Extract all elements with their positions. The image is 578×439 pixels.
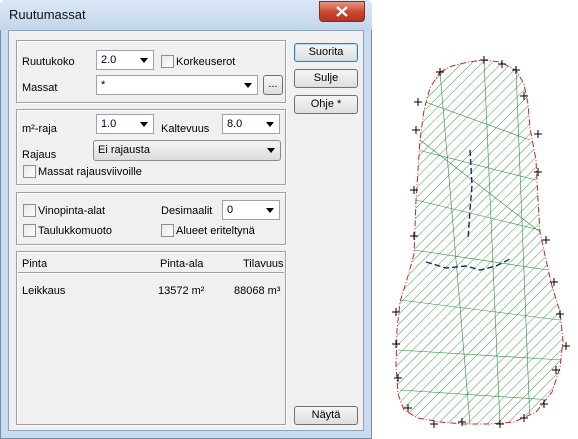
results-divider [18, 272, 284, 274]
vinopinta-checkbox[interactable] [23, 204, 36, 217]
ruutukoko-select[interactable]: 2.0 [96, 50, 154, 70]
ohje-button[interactable]: Ohje * [294, 95, 358, 114]
m2raja-select[interactable]: 1.0 [96, 114, 154, 134]
rajaus-select[interactable]: Ei rajausta [93, 140, 281, 161]
taulukko-label: Taulukkomuoto [38, 225, 112, 237]
massat-rajaus-label: Massat rajausviivoille [38, 166, 142, 178]
results-panel [16, 251, 286, 425]
m2raja-value: 1.0 [101, 118, 117, 130]
kaltevuus-value: 8.0 [227, 118, 243, 130]
ruutukoko-value: 2.0 [101, 54, 117, 66]
results-header-pinta: Pinta [22, 258, 48, 270]
results-row-ala: 13572 m² [158, 285, 205, 297]
nayta-button[interactable]: Näytä [294, 406, 358, 425]
massat-select[interactable]: * [96, 75, 258, 95]
mass-area-drawing [392, 56, 570, 428]
window-title: Ruutumassat [9, 7, 86, 22]
ruutukoko-label: Ruutukoko [22, 56, 75, 68]
results-header-tilavuus: Tilavuus [243, 258, 284, 270]
alueet-checkbox[interactable] [161, 224, 174, 237]
mass-area-hatch [396, 60, 563, 424]
suorita-button[interactable]: Suorita [294, 43, 358, 62]
chevron-down-icon [266, 208, 274, 213]
kaltevuus-label: Kaltevuus [161, 123, 210, 135]
chevron-down-icon [266, 122, 274, 127]
results-row-pinta: Leikkaus [22, 285, 66, 297]
taulukko-checkbox[interactable] [23, 224, 36, 237]
alueet-label: Alueet eriteltynä [176, 225, 255, 237]
chevron-down-icon [140, 58, 148, 63]
kaltevuus-select[interactable]: 8.0 [222, 114, 280, 134]
rajaus-label: Rajaus [22, 149, 57, 161]
chevron-down-icon [244, 83, 252, 88]
desimaalit-value: 0 [227, 204, 234, 216]
vinopinta-label: Vinopinta-alat [38, 205, 106, 217]
massat-label: Massat [22, 82, 58, 94]
chevron-down-icon [267, 148, 275, 153]
results-row-tilavuus: 88068 m³ [234, 285, 281, 297]
korkeuserot-checkbox[interactable] [161, 55, 174, 68]
massat-rajaus-checkbox[interactable] [23, 165, 36, 178]
korkeuserot-label: Korkeuserot [176, 56, 236, 68]
close-icon [336, 6, 348, 17]
sulje-button[interactable]: Sulje [294, 69, 358, 88]
desimaalit-label: Desimaalit [161, 205, 213, 217]
results-header-pinta-ala: Pinta-ala [160, 258, 204, 270]
m2raja-label: m²-raja [22, 123, 57, 135]
close-button[interactable] [319, 1, 365, 22]
massat-value: * [101, 79, 106, 91]
browse-button[interactable]: ... [263, 75, 283, 95]
chevron-down-icon [140, 122, 148, 127]
desimaalit-select[interactable]: 0 [222, 200, 280, 220]
rajaus-value: Ei rajausta [98, 144, 150, 156]
